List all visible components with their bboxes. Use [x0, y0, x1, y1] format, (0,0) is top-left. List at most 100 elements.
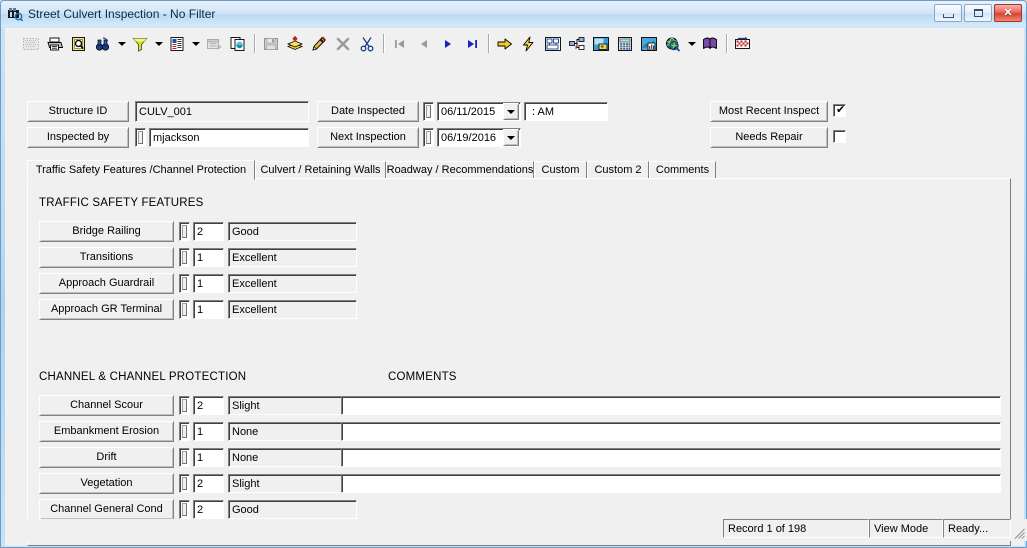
toolbar-separator [254, 34, 255, 53]
transitions-button[interactable]: Transitions [39, 247, 174, 268]
client-area: Structure ID CULV_001 Date Inspected 06/… [5, 28, 1024, 545]
find-button[interactable] [91, 32, 115, 55]
drift-button[interactable]: Drift [39, 447, 174, 468]
channel-general-cond-description[interactable]: Good [228, 500, 357, 519]
next-record-button[interactable] [436, 32, 460, 55]
approach-gr-terminal-rating[interactable]: 1 [193, 300, 224, 319]
select-tool-button[interactable] [19, 32, 43, 55]
first-record-button[interactable] [388, 32, 412, 55]
channel-scour-comment[interactable] [341, 396, 1001, 415]
run-action-button[interactable] [517, 32, 541, 55]
embankment-erosion-rating[interactable]: 1 [193, 422, 224, 441]
maximize-icon [974, 9, 983, 17]
cut-button[interactable] [355, 32, 379, 55]
save-record-button[interactable] [259, 32, 283, 55]
drift-description[interactable]: None [228, 448, 357, 467]
copy-record-button[interactable] [226, 32, 250, 55]
inspected-by-button[interactable]: Inspected by [27, 127, 129, 148]
report-dropdown[interactable] [189, 32, 202, 55]
last-record-button[interactable] [460, 32, 484, 55]
drift-rating[interactable]: 1 [193, 448, 224, 467]
transitions-description[interactable]: Excellent [228, 248, 357, 267]
channel-scour-description[interactable]: Slight [228, 396, 357, 415]
layout-button[interactable] [541, 32, 565, 55]
transitions-rating[interactable]: 1 [193, 248, 224, 267]
time-inspected-value[interactable]: : AM [524, 102, 608, 121]
database-button[interactable] [589, 32, 613, 55]
embankment-erosion-comment[interactable] [341, 422, 1001, 441]
most-recent-inspect-button[interactable]: Most Recent Inspect [710, 101, 828, 122]
structure-id-value[interactable]: CULV_001 [135, 101, 309, 122]
structure-id-button[interactable]: Structure ID [27, 101, 129, 122]
approach-guardrail-flag-icon [179, 274, 190, 293]
add-record-button[interactable] [283, 32, 307, 55]
goto-button[interactable] [493, 32, 517, 55]
find-dropdown[interactable] [115, 32, 128, 55]
help-button[interactable] [698, 32, 722, 55]
chart-button[interactable] [637, 32, 661, 55]
chevron-down-icon [507, 136, 515, 140]
embankment-erosion-button[interactable]: Embankment Erosion [39, 421, 174, 442]
status-state-pane: Ready... [943, 519, 1011, 538]
channel-protection-heading: CHANNEL & CHANNEL PROTECTION [39, 371, 246, 383]
tab-comments[interactable]: Comments [649, 161, 716, 179]
web-dropdown[interactable] [685, 32, 698, 55]
exit-button[interactable] [731, 32, 755, 55]
delete-record-button[interactable] [331, 32, 355, 55]
tab-culvert-retaining-walls[interactable]: Culvert / Retaining Walls [255, 161, 386, 179]
calculator-button[interactable] [613, 32, 637, 55]
minimize-button[interactable] [934, 4, 962, 22]
bridge-railing-description[interactable]: Good [228, 222, 357, 241]
vegetation-comment[interactable] [341, 474, 1001, 493]
maximize-button[interactable] [964, 4, 992, 22]
report-button[interactable] [165, 32, 189, 55]
channel-general-cond-rating[interactable]: 2 [193, 500, 224, 519]
date-inspected-button[interactable]: Date Inspected [317, 101, 419, 122]
channel-scour-rating[interactable]: 2 [193, 396, 224, 415]
window-title: Street Culvert Inspection - No Filter [28, 7, 215, 21]
previous-record-button[interactable] [412, 32, 436, 55]
approach-guardrail-button[interactable]: Approach Guardrail [39, 273, 174, 294]
approach-guardrail-rating[interactable]: 1 [193, 274, 224, 293]
date-inspected-dropdown[interactable] [503, 103, 519, 120]
channel-general-cond-button[interactable]: Channel General Cond [39, 499, 174, 520]
hierarchy-button[interactable] [565, 32, 589, 55]
vegetation-description[interactable]: Slight [228, 474, 357, 493]
tab-traffic-safety-channel-protection[interactable]: Traffic Safety Features /Channel Protect… [27, 160, 255, 180]
title-bar[interactable]: Street Culvert Inspection - No Filter ✕ [1, 1, 1026, 27]
approach-gr-terminal-button[interactable]: Approach GR Terminal [39, 299, 174, 320]
filter-dropdown[interactable] [152, 32, 165, 55]
tab-custom-2[interactable]: Custom 2 [587, 161, 649, 179]
next-inspection-dropdown[interactable] [503, 129, 519, 146]
print-button[interactable] [43, 32, 67, 55]
toolbar-separator [488, 34, 489, 53]
bridge-railing-button[interactable]: Bridge Railing [39, 221, 174, 242]
channel-scour-button[interactable]: Channel Scour [39, 395, 174, 416]
chevron-down-icon [507, 110, 515, 114]
bridge-railing-rating[interactable]: 2 [193, 222, 224, 241]
edit-record-button[interactable] [307, 32, 331, 55]
most-recent-inspect-checkbox[interactable]: ✔ [833, 104, 846, 117]
web-button[interactable] [661, 32, 685, 55]
needs-repair-button[interactable]: Needs Repair [710, 127, 828, 148]
embankment-erosion-description[interactable]: None [228, 422, 357, 441]
close-button[interactable]: ✕ [994, 4, 1022, 22]
approach-gr-terminal-description[interactable]: Excellent [228, 300, 357, 319]
resize-grip-icon[interactable] [1012, 526, 1026, 540]
print-preview-button[interactable] [67, 32, 91, 55]
approach-guardrail-description[interactable]: Excellent [228, 274, 357, 293]
inspected-by-value[interactable]: mjackson [149, 128, 309, 147]
next-inspection-button[interactable]: Next Inspection [317, 127, 419, 148]
tab-roadway-recommendations[interactable]: Roadway / Recommendations [386, 161, 534, 179]
filter-button[interactable] [128, 32, 152, 55]
form-view-button[interactable] [202, 32, 226, 55]
drift-comment[interactable] [341, 448, 1001, 467]
chevron-down-icon [118, 42, 126, 46]
vegetation-button[interactable]: Vegetation [39, 473, 174, 494]
needs-repair-checkbox[interactable] [833, 130, 846, 143]
tab-custom[interactable]: Custom [534, 161, 587, 179]
comments-heading: COMMENTS [388, 371, 457, 383]
check-icon: ✔ [836, 105, 845, 115]
date-inspected-flag-icon [423, 102, 434, 121]
vegetation-rating[interactable]: 2 [193, 474, 224, 493]
